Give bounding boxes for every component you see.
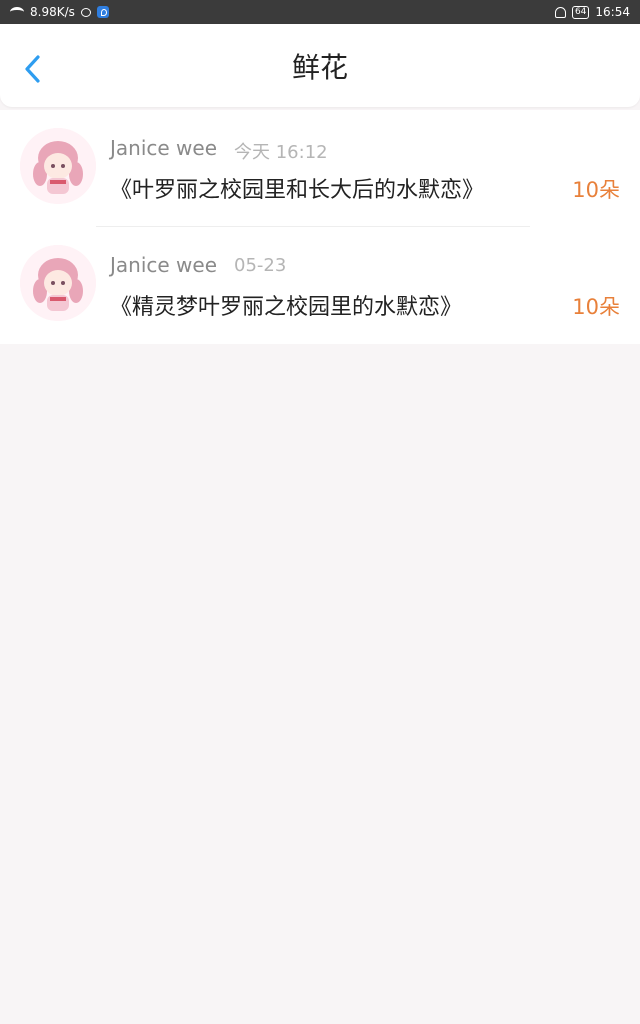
location-icon — [96, 6, 109, 18]
avatar-image — [20, 245, 96, 321]
avatar-image — [20, 128, 96, 204]
book-title[interactable]: 《精灵梦叶罗丽之校园里的水默恋》 — [110, 289, 462, 321]
timestamp: 今天 16:12 — [234, 142, 328, 163]
user-name: Janice wee — [110, 253, 218, 277]
wifi-icon — [10, 7, 24, 17]
bell-off-icon — [554, 6, 566, 18]
status-left: 8.98K/s — [10, 5, 109, 19]
avatar[interactable] — [20, 245, 96, 321]
status-bar: 8.98K/s 64 16:54 — [0, 0, 640, 24]
list-item[interactable]: Janice wee 05-23 《精灵梦叶罗丽之校园里的水默恋》 10朵 — [0, 227, 640, 344]
network-speed: 8.98K/s — [30, 5, 75, 19]
status-right: 64 16:54 — [554, 5, 630, 19]
chat-icon — [80, 7, 91, 17]
clock: 16:54 — [595, 5, 630, 19]
user-name: Janice wee — [110, 136, 218, 160]
flower-count: 10朵 — [572, 178, 620, 202]
battery-indicator: 64 — [571, 5, 590, 19]
list-item[interactable]: Janice wee 今天 16:12 《叶罗丽之校园里和长大后的水默恋》 10… — [0, 110, 640, 227]
flower-count: 10朵 — [572, 295, 620, 319]
page-title: 鲜花 — [291, 51, 348, 84]
timestamp: 05-23 — [234, 255, 287, 276]
avatar[interactable] — [20, 128, 96, 204]
page-header: 鲜花 — [0, 24, 640, 107]
flower-list: Janice wee 今天 16:12 《叶罗丽之校园里和长大后的水默恋》 10… — [0, 110, 640, 344]
book-title[interactable]: 《叶罗丽之校园里和长大后的水默恋》 — [110, 172, 484, 204]
